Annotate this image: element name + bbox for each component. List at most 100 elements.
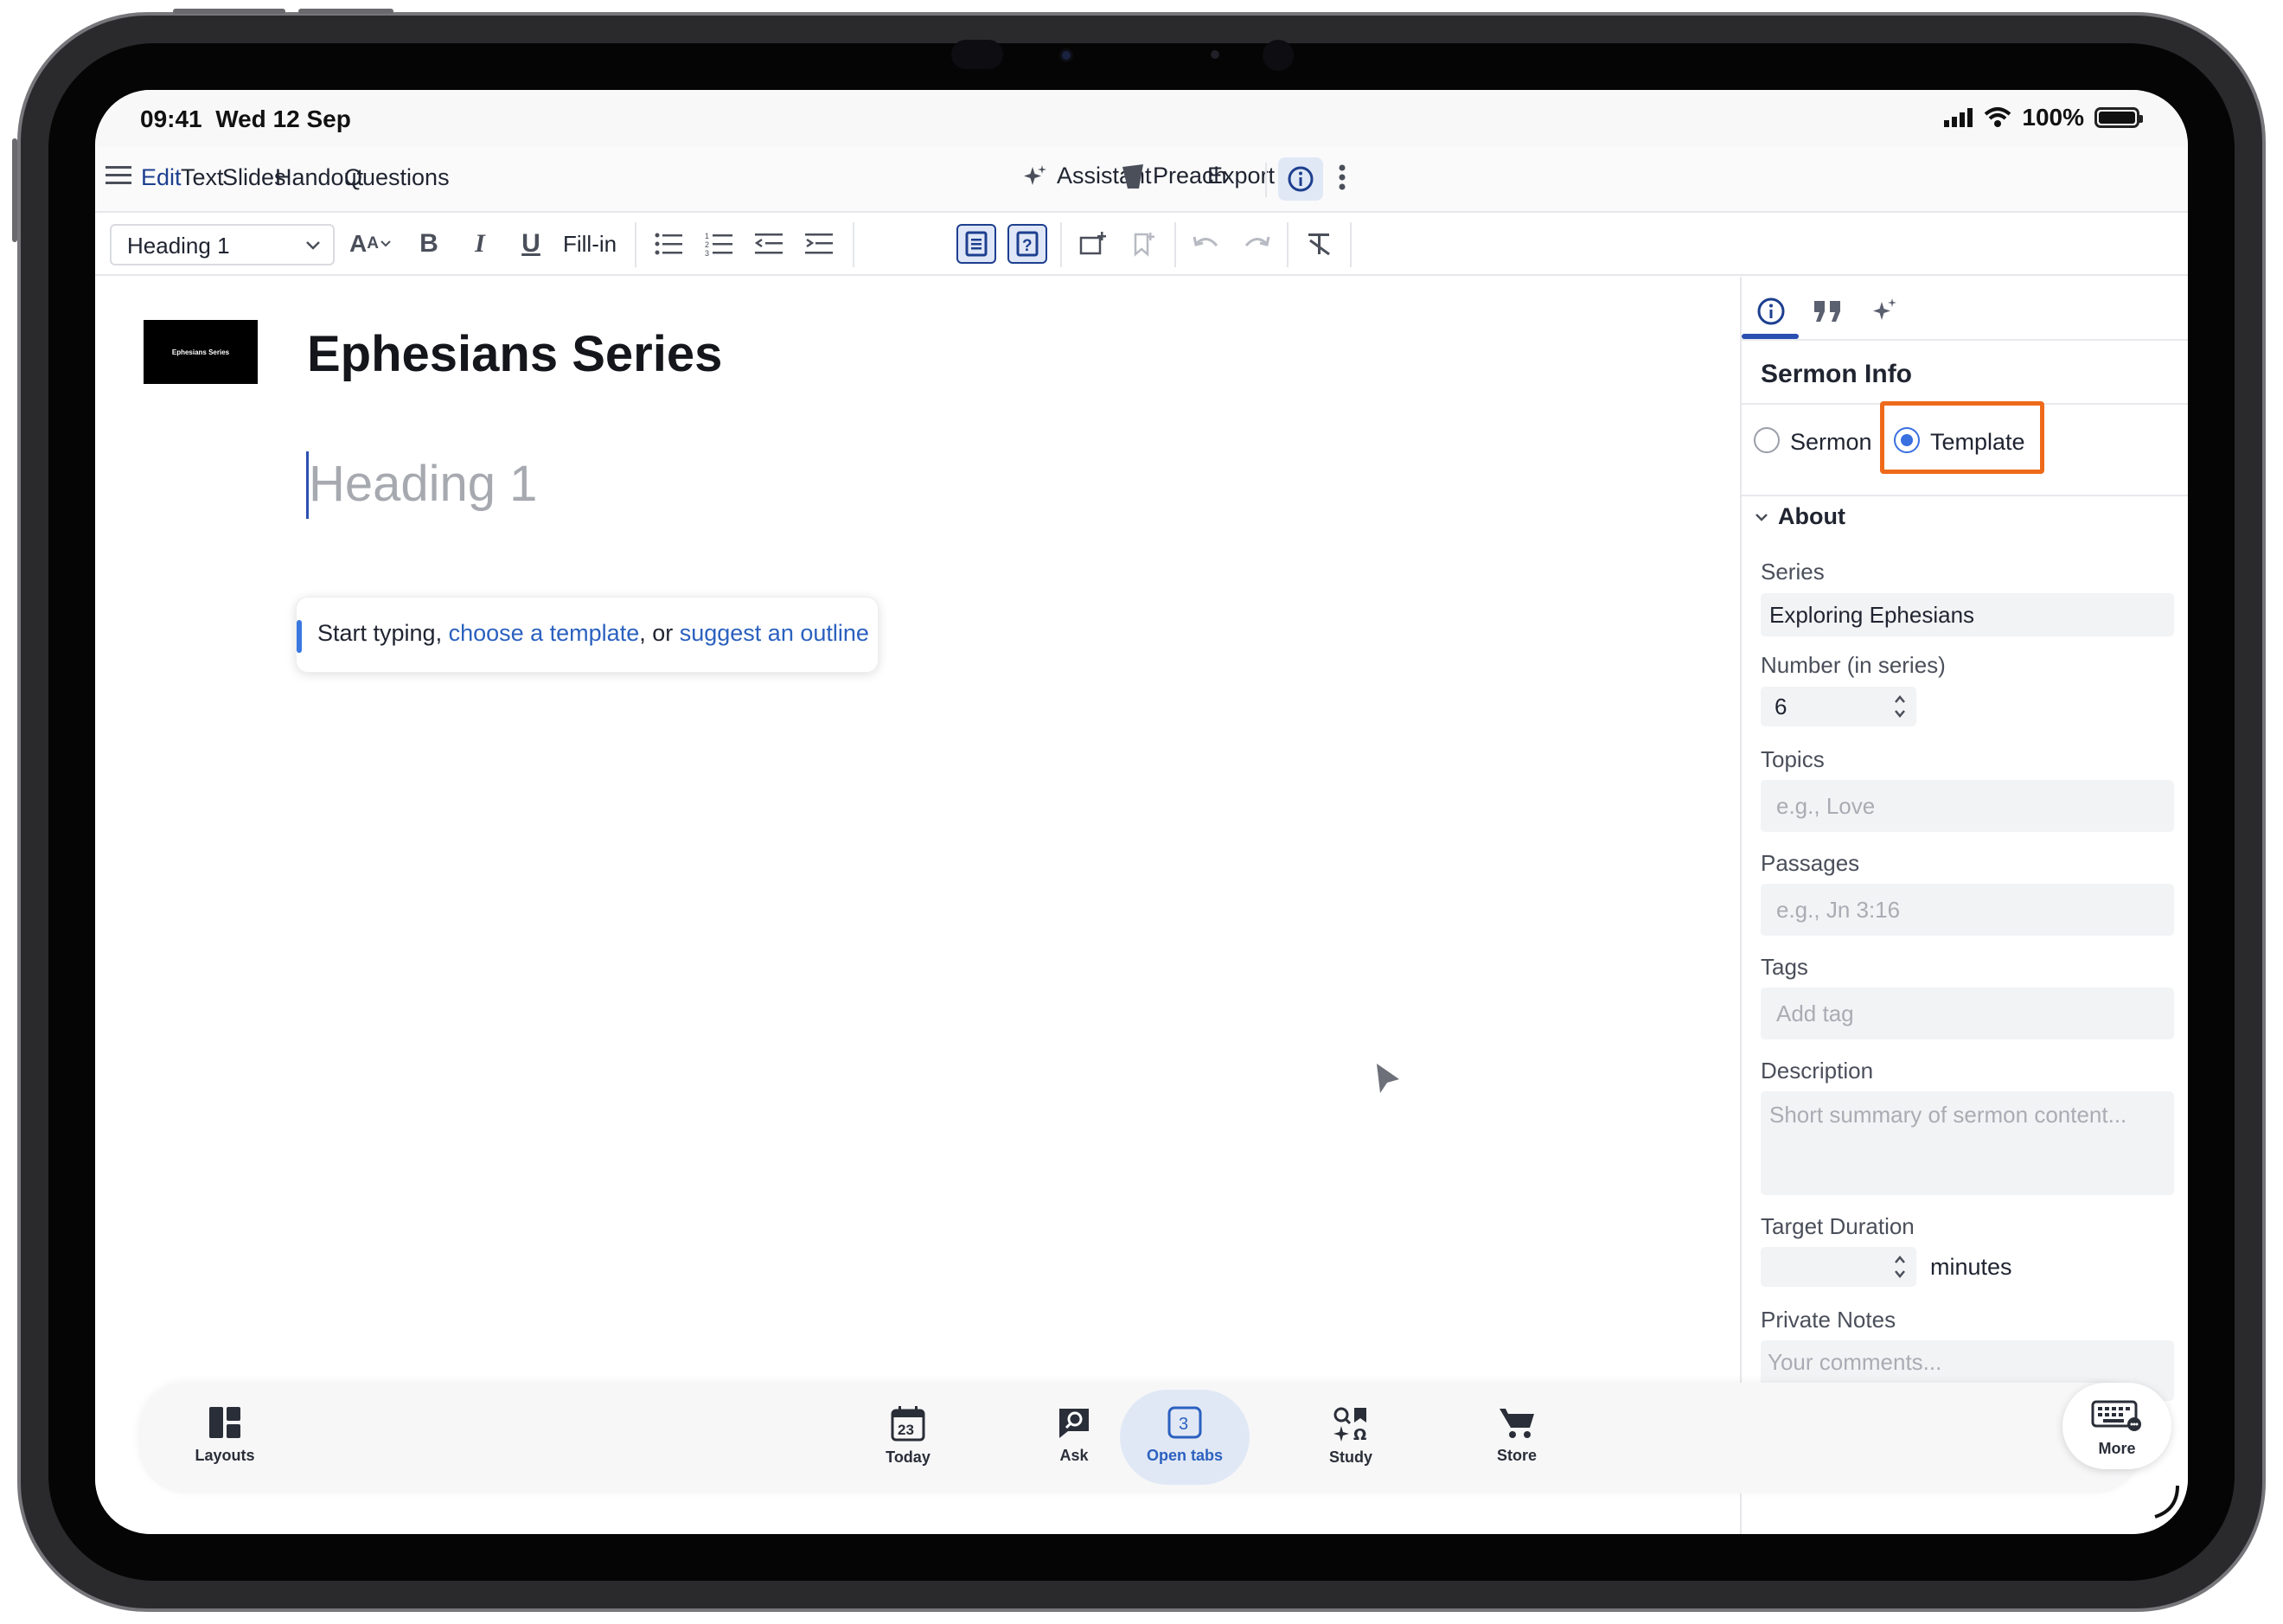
toolbar-divider xyxy=(1287,222,1289,267)
device-side-button xyxy=(12,138,17,242)
panel-tab-quotes[interactable] xyxy=(1807,291,1849,332)
study-icon: Ω xyxy=(1333,1407,1366,1442)
passages-label: Passages xyxy=(1761,850,1860,876)
sermon-radio[interactable] xyxy=(1754,427,1780,453)
tab-edit[interactable]: Edit xyxy=(141,164,182,191)
thumbnail-text: Ephesians Series xyxy=(171,348,230,356)
today-button[interactable]: 23 Today xyxy=(856,1405,960,1467)
about-section-toggle[interactable]: About xyxy=(1754,503,1845,530)
sermon-radio-label[interactable]: Sermon xyxy=(1790,429,1872,456)
suggest-outline-link[interactable]: suggest an outline xyxy=(680,620,869,646)
panel-tab-assistant[interactable] xyxy=(1864,291,1906,332)
redo-icon[interactable] xyxy=(1237,224,1276,264)
fill-in-button[interactable]: Fill-in xyxy=(563,231,617,258)
choose-template-link[interactable]: choose a template xyxy=(449,620,640,646)
underline-button[interactable]: U xyxy=(511,224,551,264)
pulpit-icon xyxy=(1122,163,1143,189)
study-button[interactable]: Ω Study xyxy=(1299,1405,1403,1467)
number-label: Number (in series) xyxy=(1761,652,1946,678)
mouse-pointer-icon xyxy=(1377,1064,1399,1093)
bullet-list-icon[interactable] xyxy=(649,224,688,264)
editor-area[interactable]: Ephesians Series Ephesians Series Headin… xyxy=(95,277,1738,1534)
format-toolbar: Heading 1 AA B I U Fill-in 123 ? xyxy=(95,214,2188,276)
panel-tab-info[interactable] xyxy=(1750,291,1792,332)
start-hint-card: Start typing, choose a template, or sugg… xyxy=(296,597,879,673)
info-toggle-button[interactable] xyxy=(1278,157,1323,201)
series-field[interactable]: Exploring Ephesians xyxy=(1761,593,2174,636)
battery-icon xyxy=(2094,107,2143,128)
stepper-arrows-icon[interactable] xyxy=(1892,1250,1908,1283)
document-view-icon[interactable] xyxy=(956,224,996,264)
svg-text:2: 2 xyxy=(705,240,709,249)
ask-icon xyxy=(1059,1409,1089,1438)
hint-middle: , or xyxy=(639,620,680,646)
info-icon xyxy=(1288,166,1314,192)
italic-button[interactable]: I xyxy=(460,224,500,264)
sensor xyxy=(1211,50,1219,59)
stepper-arrows-icon[interactable] xyxy=(1892,690,1908,723)
duration-stepper[interactable] xyxy=(1761,1247,1916,1287)
time-text: 09:41 xyxy=(140,105,202,132)
svg-text:23: 23 xyxy=(898,1422,914,1438)
device-volume-button xyxy=(173,9,285,14)
indent-icon[interactable] xyxy=(799,224,839,264)
paragraph-style-select[interactable]: Heading 1 xyxy=(110,224,335,265)
toolbar-divider xyxy=(1174,222,1176,267)
bookmark-add-icon[interactable] xyxy=(1123,224,1163,264)
store-label: Store xyxy=(1496,1447,1537,1464)
toolbar-divider xyxy=(635,222,636,267)
number-stepper[interactable]: 6 xyxy=(1761,687,1916,726)
heading-placeholder[interactable]: Heading 1 xyxy=(309,455,537,513)
cellular-icon xyxy=(1944,108,1973,127)
more-button[interactable]: More xyxy=(2065,1398,2169,1458)
cart-icon xyxy=(1500,1409,1534,1438)
description-label: Description xyxy=(1761,1058,1874,1084)
bottom-tab-bar: Layouts 23 Today Ask 3 Open tabs Ω Study… xyxy=(138,1383,2171,1493)
question-view-icon[interactable]: ? xyxy=(1007,224,1047,264)
sensor xyxy=(951,40,1003,69)
font-size-button[interactable]: AA xyxy=(342,224,400,264)
svg-text:3: 3 xyxy=(1179,1415,1188,1434)
numbered-list-icon[interactable]: 123 xyxy=(699,224,739,264)
layouts-icon xyxy=(209,1407,240,1438)
study-label: Study xyxy=(1328,1448,1372,1466)
layouts-button[interactable]: Layouts xyxy=(173,1405,277,1465)
tab-questions[interactable]: Questions xyxy=(344,164,450,191)
more-options-icon[interactable] xyxy=(1339,164,1353,195)
sparkle-icon xyxy=(1024,164,1046,185)
quote-icon xyxy=(1814,301,1840,322)
date-text: Wed 12 Sep xyxy=(215,105,351,132)
tags-input[interactable]: Add tag xyxy=(1761,988,2174,1039)
sparkle-icon xyxy=(1873,298,1896,320)
svg-text:1: 1 xyxy=(705,232,709,240)
corner-resize-icon xyxy=(2154,1485,2179,1519)
tab-text[interactable]: Text xyxy=(181,164,224,191)
hamburger-menu-icon[interactable] xyxy=(106,164,137,195)
outdent-icon[interactable] xyxy=(749,224,789,264)
ask-button[interactable]: Ask xyxy=(1022,1405,1126,1465)
passages-input[interactable]: e.g., Jn 3:16 xyxy=(1761,884,2174,936)
open-tabs-button[interactable]: 3 Open tabs xyxy=(1133,1405,1237,1465)
chevron-down-icon xyxy=(380,240,391,247)
menu-divider xyxy=(1265,163,1267,197)
calendar-icon: 23 xyxy=(891,1406,925,1442)
selection-highlight-box xyxy=(1880,401,2044,474)
wifi-icon xyxy=(1985,107,2011,127)
series-thumbnail[interactable]: Ephesians Series xyxy=(144,320,258,384)
bold-button[interactable]: B xyxy=(409,224,449,264)
keyboard-icon xyxy=(2091,1400,2141,1431)
undo-icon[interactable] xyxy=(1186,224,1226,264)
store-button[interactable]: Store xyxy=(1465,1405,1569,1465)
topics-input[interactable]: e.g., Love xyxy=(1761,780,2174,832)
description-textarea[interactable]: Short summary of sermon content... xyxy=(1761,1091,2174,1195)
duration-unit: minutes xyxy=(1930,1254,2012,1280)
battery-percent: 100% xyxy=(2022,104,2084,131)
clear-format-icon[interactable] xyxy=(1300,224,1340,264)
paragraph-style-value: Heading 1 xyxy=(127,233,230,259)
number-value: 6 xyxy=(1775,694,1787,719)
open-tabs-label: Open tabs xyxy=(1146,1447,1223,1464)
document-title[interactable]: Ephesians Series xyxy=(307,325,722,383)
app-screen: 09:41 Wed 12 Sep 100% Edit Text Slides H… xyxy=(95,90,2188,1534)
series-label: Series xyxy=(1761,559,1825,585)
add-slide-icon[interactable] xyxy=(1073,224,1113,264)
